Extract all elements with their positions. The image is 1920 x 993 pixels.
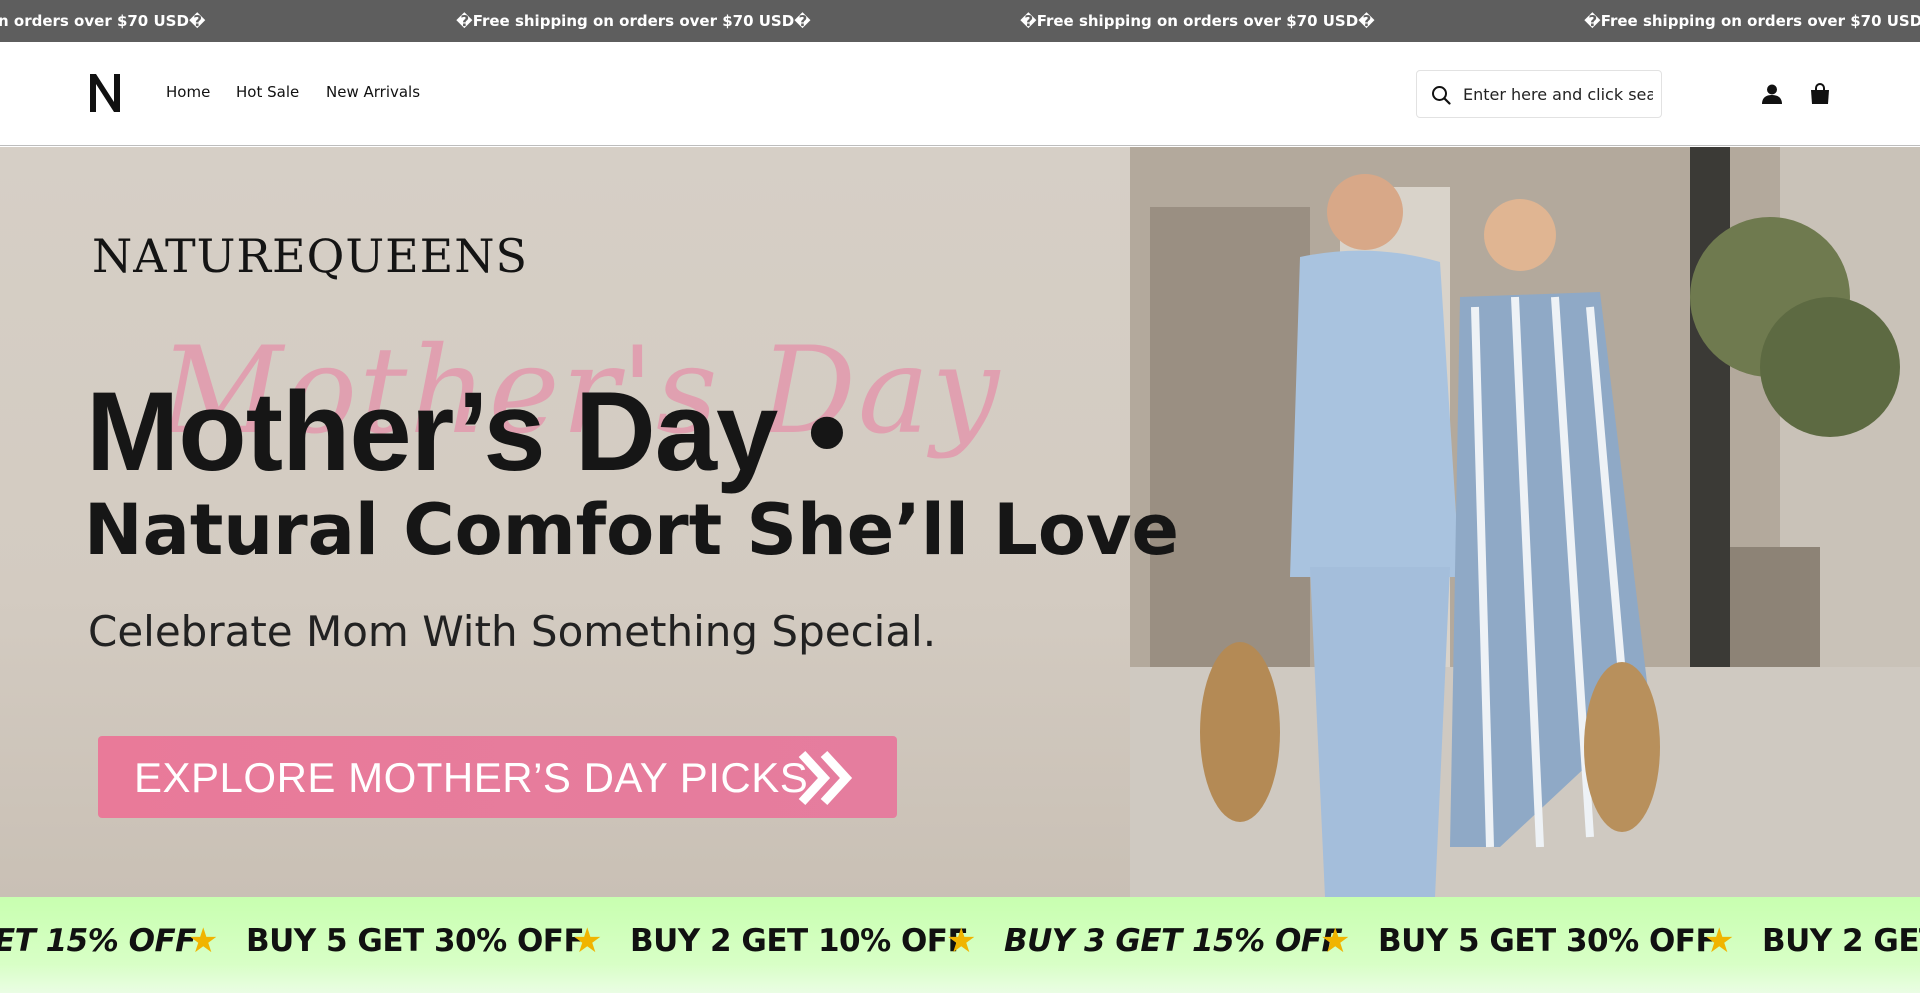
account-button[interactable] <box>1760 82 1784 106</box>
promo-marquee: ET 15% OFF ★ BUY 5 GET 30% OFF ★ BUY 2 G… <box>0 897 1920 993</box>
search-icon[interactable] <box>1431 85 1451 105</box>
hero-banner: NATUREQUEENS Mother's Day Mother’s Day •… <box>0 147 1920 897</box>
star-icon: ★ <box>1704 921 1734 961</box>
shopping-bag-icon <box>1811 83 1829 104</box>
promo-item: BUY 2 GET <box>1762 923 1920 959</box>
search-input[interactable] <box>1463 77 1653 111</box>
announcement-text: n orders over $70 USD� <box>0 12 206 30</box>
star-icon: ★ <box>188 921 218 961</box>
logo[interactable] <box>88 72 122 114</box>
hero-tagline: Celebrate Mom With Something Special. <box>88 607 937 656</box>
promo-item: BUY 3 GET 15% OFF <box>1004 923 1343 959</box>
cart-button[interactable] <box>1808 82 1832 106</box>
promo-item: BUY 5 GET 30% OFF <box>1378 923 1717 959</box>
hero-subtitle: Natural Comfort She’ll Love <box>84 489 1180 571</box>
brand-wordmark: NATUREQUEENS <box>92 229 529 283</box>
hero-photo-image <box>1130 147 1920 897</box>
hero-photo <box>1130 147 1920 897</box>
promo-item: ET 15% OFF <box>0 923 196 959</box>
nav-home[interactable]: Home <box>166 83 210 101</box>
promo-item: BUY 2 GET 10% OFF <box>630 923 969 959</box>
nav-hot-sale[interactable]: Hot Sale <box>236 83 299 101</box>
announcement-text: �Free shipping on orders over $70 USD� <box>456 12 811 30</box>
promo-item: BUY 5 GET 30% OFF <box>246 923 585 959</box>
nav-new-arrivals[interactable]: New Arrivals <box>326 83 420 101</box>
star-icon: ★ <box>946 921 976 961</box>
announcement-text: �Free shipping on orders over $70 USD� <box>1020 12 1375 30</box>
n-logo-icon <box>90 74 120 112</box>
announcement-bar: n orders over $70 USD� �Free shipping on… <box>0 0 1920 42</box>
star-icon: ★ <box>1320 921 1350 961</box>
hero-title: Mother’s Day • <box>86 369 847 494</box>
user-icon <box>1762 84 1782 104</box>
cta-label: EXPLORE MOTHER’S DAY PICKS <box>134 754 809 801</box>
site-header: Home Hot Sale New Arrivals <box>0 42 1920 146</box>
explore-mothers-day-button[interactable]: EXPLORE MOTHER’S DAY PICKS <box>98 736 897 818</box>
star-icon: ★ <box>572 921 602 961</box>
announcement-text: �Free shipping on orders over $70 USD� <box>1584 12 1920 30</box>
search-box[interactable] <box>1416 70 1662 118</box>
double-chevron-right-icon <box>798 750 853 806</box>
